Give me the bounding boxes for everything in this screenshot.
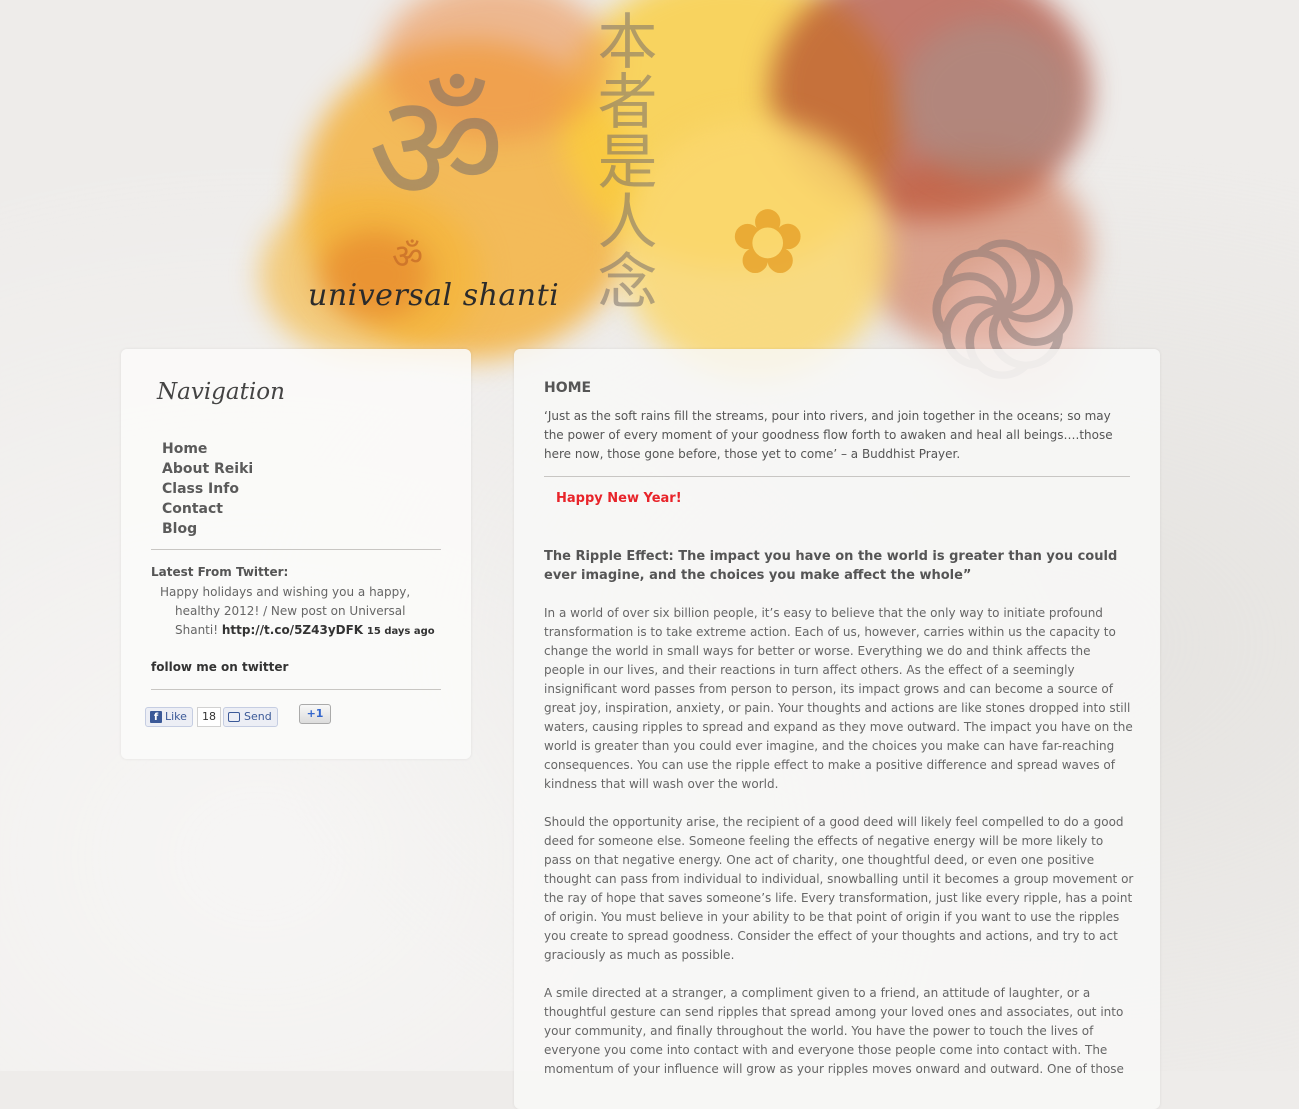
tweet-link[interactable]: http://t.co/5Z43yDFK [222,623,363,637]
nav-item-blog[interactable]: Blog [162,519,253,539]
follow-twitter-link[interactable]: follow me on twitter [151,660,288,674]
sidebar: Navigation Home About Reiki Class Info C… [121,349,471,759]
navigation-heading: Navigation [157,379,285,405]
send-label: Send [244,710,272,723]
greeting: Happy New Year! [556,491,682,506]
divider [544,476,1130,477]
post-paragraph: Should the opportunity arise, the recipi… [544,815,1134,962]
nav-item-contact[interactable]: Contact [162,499,253,519]
tweet-age: 15 days ago [366,626,435,637]
post-title: The Ripple Effect: The impact you have o… [544,549,1118,583]
sunflower-icon: ✿ [730,190,806,295]
site-title[interactable]: universal shanti [308,278,559,313]
tweet: Happy holidays and wishing you a happy, … [160,583,435,641]
main-content: HOME ‘Just as the soft rains fill the st… [514,349,1160,1109]
nav-menu: Home About Reiki Class Info Contact Blog [162,439,253,539]
reiki-symbol-icon: ॐ [368,62,505,236]
buddhist-quote: ‘Just as the soft rains fill the streams… [544,409,1113,461]
nav-item-home[interactable]: Home [162,439,253,459]
divider [151,689,441,690]
nav-item-class-info[interactable]: Class Info [162,479,253,499]
like-label: Like [165,710,187,723]
speech-bubble-icon [228,712,240,722]
like-count: 18 [197,707,221,727]
google-plus-one-button[interactable]: +1 [299,704,331,724]
page-title: HOME [544,380,592,396]
post-paragraph: A smile directed at a stranger, a compli… [544,986,1124,1076]
facebook-send-button[interactable]: Send [223,707,278,727]
facebook-like-button[interactable]: f Like [145,707,193,727]
kanji-icon: 本者是人念 [587,10,657,310]
twitter-heading: Latest From Twitter: [151,565,289,579]
nav-item-about-reiki[interactable]: About Reiki [162,459,253,479]
facebook-icon: f [150,711,162,723]
divider [151,549,441,550]
post-paragraph: In a world of over six billion people, i… [544,606,1133,791]
om-icon: ॐ [392,237,424,277]
